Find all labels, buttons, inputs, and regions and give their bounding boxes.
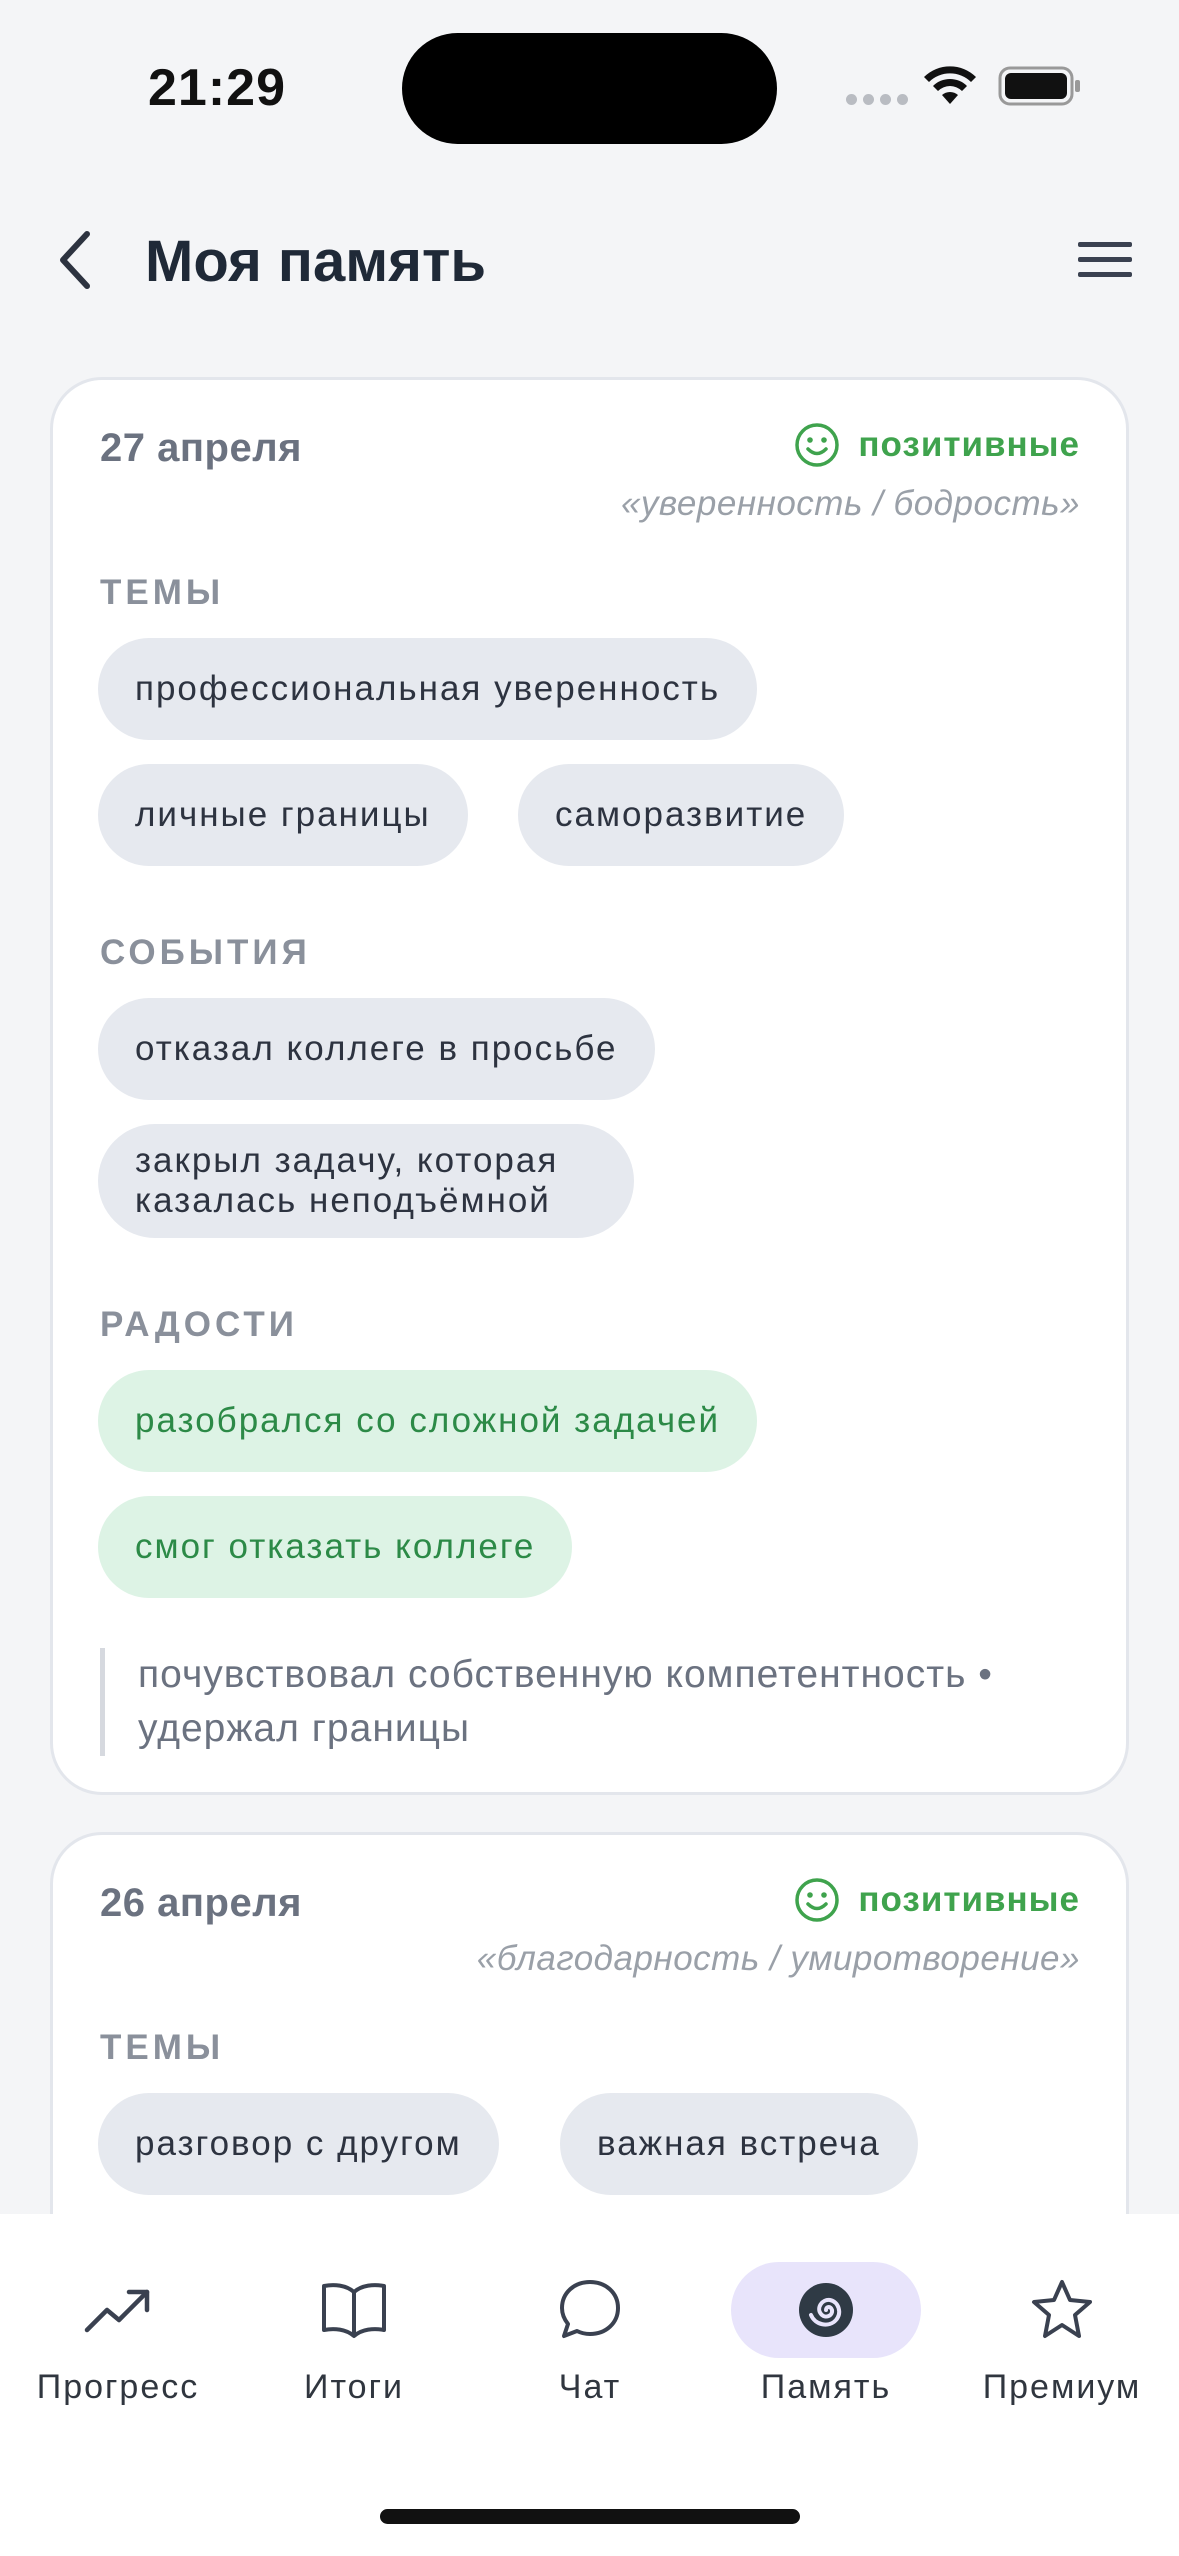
mood-label: позитивные <box>858 1880 1080 1919</box>
wifi-icon <box>924 66 976 104</box>
joy-chip[interactable]: смог отказать коллеге <box>98 1496 573 1598</box>
trend-up-icon <box>84 2289 150 2333</box>
themes-label: ТЕМЫ <box>100 573 225 612</box>
spiral-icon <box>799 2283 853 2337</box>
tab-label: Итоги <box>304 2368 404 2406</box>
tab-label: Премиум <box>982 2368 1142 2406</box>
mood-indicator: позитивные <box>794 1877 1080 1923</box>
tab-progress[interactable]: Прогресс <box>0 2262 236 2432</box>
back-button[interactable] <box>40 220 110 300</box>
tab-chat[interactable]: Чат <box>472 2262 708 2432</box>
tab-summary[interactable]: Итоги <box>236 2262 472 2432</box>
theme-chip[interactable]: личные границы <box>98 764 468 866</box>
mood-label: позитивные <box>858 425 1080 464</box>
book-icon <box>322 2283 386 2338</box>
tab-premium[interactable]: Премиум <box>944 2262 1179 2432</box>
card-date: 27 апреля <box>100 426 302 470</box>
smile-icon <box>795 423 840 467</box>
events-label: СОБЫТИЯ <box>100 933 311 972</box>
page-title: Моя память <box>145 229 487 294</box>
tab-bar: Прогресс Итоги Чат Память Премиум <box>0 2214 1179 2556</box>
status-time: 21:29 <box>148 59 286 117</box>
joys-label: РАДОСТИ <box>100 1305 298 1344</box>
home-indicator <box>380 2509 800 2524</box>
event-chip[interactable]: отказал коллеге в просьбе <box>98 998 655 1100</box>
themes-label: ТЕМЫ <box>100 2028 225 2067</box>
mood-indicator: позитивные <box>794 422 1080 468</box>
chat-bubble-icon <box>560 2280 620 2338</box>
star-icon <box>1032 2280 1092 2338</box>
theme-chip[interactable]: важная встреча <box>560 2093 918 2195</box>
card-note: почувствовал собственную компетентность … <box>100 1648 1090 1756</box>
joy-chip[interactable]: разобрался со сложной задачей <box>98 1370 758 1472</box>
hamburger-icon <box>1078 242 1132 277</box>
tab-label: Чат <box>558 2368 622 2406</box>
event-chip[interactable]: закрыл задачу, которая казалась неподъём… <box>98 1124 634 1238</box>
mood-quote: «уверенность / бодрость» <box>620 484 1080 523</box>
menu-button[interactable] <box>1070 230 1140 290</box>
theme-chip[interactable]: разговор с другом <box>98 2093 499 2195</box>
cellular-signal-icon <box>846 94 908 105</box>
tab-label: Прогресс <box>36 2368 200 2406</box>
mood-quote: «благодарность / умиротворение» <box>476 1939 1080 1978</box>
dynamic-island <box>402 33 777 144</box>
status-bar: 21:29 <box>0 0 1179 170</box>
card-date: 26 апреля <box>100 1881 302 1925</box>
memory-card[interactable]: 27 апреля позитивные «уверенность / бодр… <box>50 377 1129 1795</box>
battery-icon <box>998 66 1080 106</box>
smile-icon <box>795 1878 840 1922</box>
header: Моя память <box>0 190 1179 330</box>
theme-chip[interactable]: профессиональная уверенность <box>98 638 758 740</box>
tab-memory[interactable]: Память <box>708 2262 944 2432</box>
theme-chip[interactable]: саморазвитие <box>518 764 845 866</box>
chevron-left-icon <box>60 231 90 289</box>
tab-label: Память <box>760 2368 892 2406</box>
